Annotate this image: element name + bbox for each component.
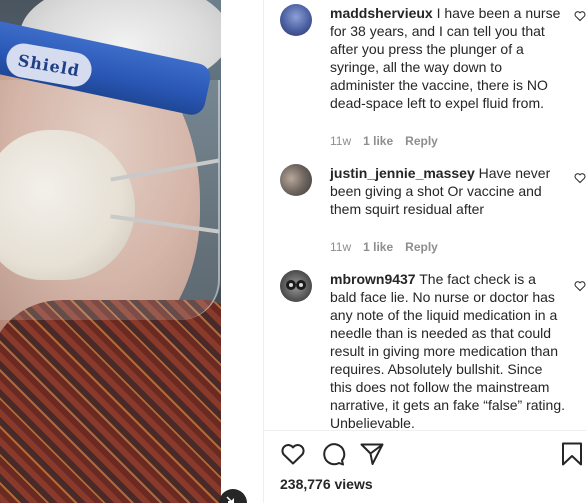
heart-icon[interactable] (574, 10, 586, 22)
comment-meta: 11w 1 like Reply (330, 238, 565, 256)
avatar[interactable] (280, 164, 312, 196)
comment-body: mbrown9437 The fact check is a bald face… (330, 270, 565, 430)
avatar-face-icon (286, 280, 306, 290)
heart-icon[interactable] (574, 280, 586, 292)
reply-button[interactable]: Reply (405, 238, 438, 256)
paper-plane-icon[interactable] (359, 441, 385, 467)
avatar[interactable] (280, 4, 312, 36)
person-shirt (0, 300, 221, 503)
comment-meta: 11w 1 like Reply (330, 132, 565, 150)
speaker-muted-icon[interactable] (219, 489, 247, 503)
comment-body: justin_jennie_massey Have never been giv… (330, 164, 565, 256)
comment-age: 11w (330, 134, 352, 148)
bookmark-icon[interactable] (559, 441, 585, 467)
comment-body: maddshervieux I have been a nurse for 38… (330, 4, 565, 150)
avatar[interactable] (280, 270, 312, 302)
actions-divider (264, 430, 586, 431)
comment-icon[interactable] (320, 441, 346, 467)
post-video[interactable]: Shield (0, 0, 221, 503)
reply-button[interactable]: Reply (405, 132, 438, 150)
comment-age: 11w (330, 240, 352, 254)
heart-icon[interactable] (574, 172, 586, 184)
comment-username[interactable]: justin_jennie_massey (330, 165, 475, 181)
comment-likes[interactable]: 1 like (363, 132, 393, 150)
heart-icon[interactable] (280, 441, 306, 467)
comment-username[interactable]: mbrown9437 (330, 271, 416, 287)
comment-text: The fact check is a bald face lie. No nu… (330, 271, 565, 430)
comment-username[interactable]: maddshervieux (330, 5, 433, 21)
comments-list[interactable]: maddshervieux I have been a nurse for 38… (264, 0, 586, 430)
view-count[interactable]: 238,776 views (280, 476, 373, 492)
comment-likes[interactable]: 1 like (363, 238, 393, 256)
